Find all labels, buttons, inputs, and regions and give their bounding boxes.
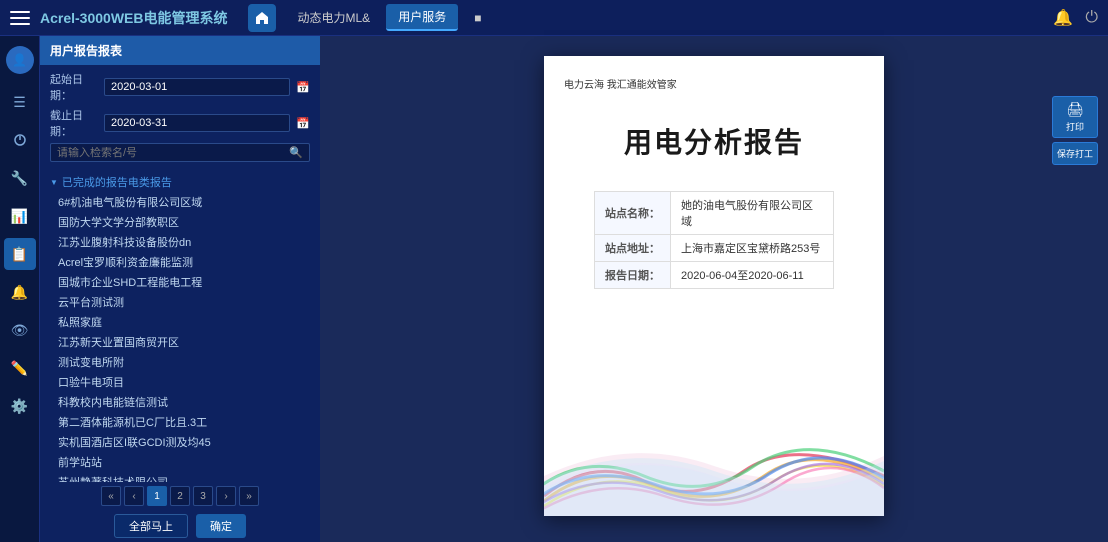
- page-2-button[interactable]: 2: [170, 486, 190, 506]
- project-list: 已完成的报告电类报告 6#机油电气股份有限公司区域 国防大学文学分部教职区 江苏…: [40, 172, 320, 482]
- sidebar-icon-chart[interactable]: 📊: [4, 200, 36, 232]
- start-date-row: 起始日期： 📅: [50, 71, 310, 103]
- table-row: 报告日期： 2020-06-04至2020-06-11: [595, 262, 834, 289]
- report-document: 电力云海 我汇通能效管家 用电分析报告 站点名称： 她的油电气股份有限公司区域 …: [544, 56, 884, 516]
- list-item[interactable]: 江苏新天业置国商贸开区: [46, 332, 314, 352]
- report-header-text: 电力云海 我汇通能效管家: [564, 76, 864, 91]
- list-item[interactable]: 国城市企业SHD工程能电工程: [46, 272, 314, 292]
- print-label: 打印: [1066, 122, 1084, 132]
- avatar[interactable]: 👤: [6, 46, 34, 74]
- table-row: 站点名称： 她的油电气股份有限公司区域: [595, 192, 834, 235]
- list-item[interactable]: 国防大学文学分部教职区: [46, 212, 314, 232]
- report-title: 用电分析报告: [564, 121, 864, 161]
- table-row: 站点地址： 上海市嘉定区宝黛桥路253号: [595, 235, 834, 262]
- list-item[interactable]: 6#机油电气股份有限公司区域: [46, 192, 314, 212]
- search-icon[interactable]: 🔍: [289, 146, 303, 159]
- panel-header: 用户报告报表: [40, 36, 320, 65]
- page-prev-button[interactable]: ‹: [124, 486, 144, 506]
- list-item[interactable]: 苏州静著科技术限公司: [46, 472, 314, 482]
- info-label-2: 报告日期：: [595, 262, 671, 289]
- sidebar-icon-tools[interactable]: 🔧: [4, 162, 36, 194]
- right-toolbar: 🖨 打印 保存打工: [1052, 96, 1098, 165]
- download-button[interactable]: 保存打工: [1052, 142, 1098, 165]
- list-item[interactable]: 江苏业腹射科技设备股份dn: [46, 232, 314, 252]
- home-button[interactable]: [248, 4, 276, 32]
- start-date-input[interactable]: [104, 78, 290, 96]
- info-label-0: 站点名称：: [595, 192, 671, 235]
- sidebar-icon-settings[interactable]: ⚙️: [4, 390, 36, 422]
- confirm-button[interactable]: 确定: [196, 514, 246, 538]
- app-title: Acrel-3000WEB电能管理系统: [40, 8, 228, 28]
- list-item[interactable]: 口验牛电项目: [46, 372, 314, 392]
- nav-item-user[interactable]: 用户服务: [386, 4, 458, 31]
- info-value-2: 2020-06-04至2020-06-11: [671, 262, 834, 289]
- panel-filters: 起始日期： 📅 截止日期： 📅 🔍: [40, 65, 320, 172]
- print-icon: 🖨: [1055, 101, 1095, 118]
- report-info-table: 站点名称： 她的油电气股份有限公司区域 站点地址： 上海市嘉定区宝黛桥路253号…: [594, 191, 834, 289]
- topbar-right: 🔔 ⏻: [1053, 8, 1098, 28]
- topbar: Acrel-3000WEB电能管理系统 动态电力ML& 用户服务 ■ 🔔 ⏻: [0, 0, 1108, 36]
- power-icon[interactable]: ⏻: [1085, 9, 1098, 27]
- panel-actions: 全部马上 确定: [40, 510, 320, 542]
- sidebar-icon-view[interactable]: 👁: [4, 314, 36, 346]
- list-item[interactable]: 前学站站: [46, 452, 314, 472]
- page-last-button[interactable]: »: [239, 486, 259, 506]
- list-item[interactable]: 第二酒体能源机已C厂比且.3工: [46, 412, 314, 432]
- topbar-nav: 动态电力ML& 用户服务 ■: [286, 4, 1054, 31]
- list-item[interactable]: Acrel宝罗顺利资金廉能监测: [46, 252, 314, 272]
- download-label: 保存打工: [1057, 149, 1093, 159]
- page-1-button[interactable]: 1: [147, 486, 167, 506]
- info-value-0: 她的油电气股份有限公司区域: [671, 192, 834, 235]
- info-value-1: 上海市嘉定区宝黛桥路253号: [671, 235, 834, 262]
- info-label-1: 站点地址：: [595, 235, 671, 262]
- search-input[interactable]: [57, 147, 289, 159]
- nav-item-dynamic[interactable]: 动态电力ML&: [286, 5, 383, 30]
- sidebar-icon-alert[interactable]: 🔔: [4, 276, 36, 308]
- calendar-icon[interactable]: 📅: [296, 81, 310, 94]
- calendar-icon-2[interactable]: 📅: [296, 117, 310, 130]
- left-panel: 用户报告报表 起始日期： 📅 截止日期： 📅 🔍 已完成的报告电类报告 6#机油…: [40, 36, 320, 542]
- bell-icon[interactable]: 🔔: [1053, 8, 1073, 28]
- wave-decoration: [544, 396, 884, 516]
- sidebar-icons: 👤 ☰ 🔧 📊 📋 🔔 👁 ✏️ ⚙️: [0, 36, 40, 542]
- sidebar-icon-edit[interactable]: ✏️: [4, 352, 36, 384]
- list-item[interactable]: 科教校内电能链信测试: [46, 392, 314, 412]
- page-3-button[interactable]: 3: [193, 486, 213, 506]
- project-group-0: 已完成的报告电类报告 6#机油电气股份有限公司区域 国防大学文学分部教职区 江苏…: [46, 172, 314, 482]
- search-row: 🔍: [50, 143, 310, 162]
- end-date-input[interactable]: [104, 114, 290, 132]
- sidebar-icon-power[interactable]: [4, 124, 36, 156]
- project-group-title[interactable]: 已完成的报告电类报告: [46, 172, 314, 192]
- list-item[interactable]: 实机国酒店区I联GCDI测及均45: [46, 432, 314, 452]
- all-select-button[interactable]: 全部马上: [114, 514, 188, 538]
- page-first-button[interactable]: «: [101, 486, 121, 506]
- list-item[interactable]: 测试变电所附: [46, 352, 314, 372]
- pagination: « ‹ 1 2 3 › »: [40, 482, 320, 510]
- nav-item-misc[interactable]: ■: [462, 7, 493, 29]
- list-item[interactable]: 私照家庭: [46, 312, 314, 332]
- sidebar-icon-report[interactable]: 📋: [4, 238, 36, 270]
- menu-icon[interactable]: [10, 11, 30, 25]
- start-date-label: 起始日期：: [50, 71, 98, 103]
- sidebar-icon-menu[interactable]: ☰: [4, 86, 36, 118]
- end-date-row: 截止日期： 📅: [50, 107, 310, 139]
- list-item[interactable]: 云平台测试测: [46, 292, 314, 312]
- page-next-button[interactable]: ›: [216, 486, 236, 506]
- print-button[interactable]: 🖨 打印: [1052, 96, 1098, 138]
- main-content: 电力云海 我汇通能效管家 用电分析报告 站点名称： 她的油电气股份有限公司区域 …: [320, 36, 1108, 542]
- end-date-label: 截止日期：: [50, 107, 98, 139]
